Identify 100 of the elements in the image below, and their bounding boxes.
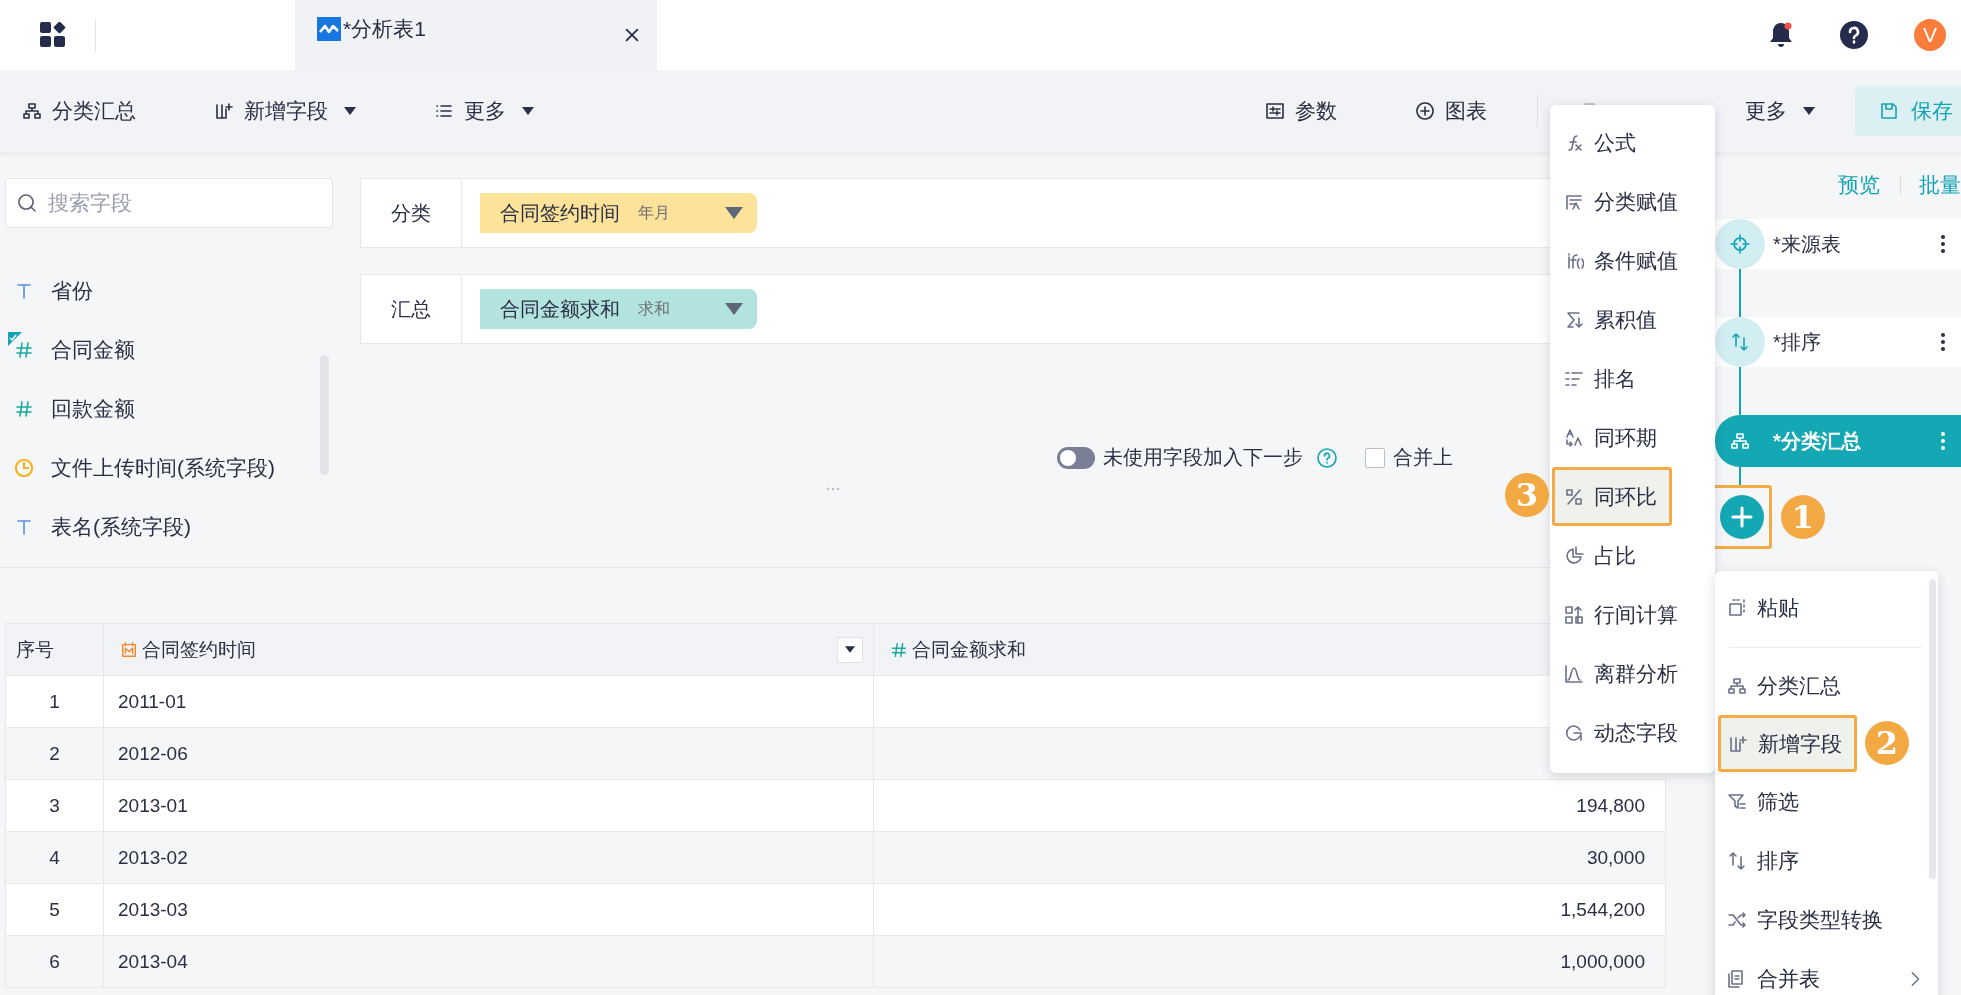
chip-aggregation: 年月 [638,202,670,223]
pie-chart-icon [1564,545,1584,566]
field-chip[interactable]: 合同签约时间 年月 [480,193,757,233]
bell-icon[interactable] [1768,21,1794,49]
scrollbar[interactable] [1929,579,1936,879]
toggle-switch[interactable] [1057,446,1095,469]
menu-item[interactable]: 同环期 [1550,408,1715,467]
resize-handle-icon [826,487,840,491]
flow-step[interactable]: *来源表 [1715,219,1961,269]
connector-line [1739,269,1741,317]
chip-label: 合同签约时间 [500,200,620,226]
add-column-icon [214,101,234,121]
caret-icon [725,207,743,219]
curve-icon [1564,663,1584,684]
toolbar-button[interactable]: 新增字段 [214,97,356,125]
ratio-icon [1564,486,1584,507]
help-icon [1317,447,1337,468]
menu-item[interactable]: 离群分析 [1550,644,1715,703]
filter-icon [1727,791,1747,812]
chip-aggregation: 求和 [638,298,670,319]
toolbar-button[interactable]: 图表 [1415,97,1487,125]
caret-icon [725,303,743,315]
document-tab[interactable]: *分析表1 [295,0,657,70]
checkbox-label: 合并上 [1393,445,1453,470]
menu-item[interactable]: 筛选 [1715,772,1938,831]
tab-title: *分析表1 [343,16,426,42]
menu-item[interactable]: 排序 [1715,831,1938,890]
table-cell: 1,000,000 [1560,950,1645,973]
sort-icon [1727,850,1747,871]
table-cell: 2011-01 [118,690,187,713]
flow-step[interactable]: *排序 [1715,317,1961,367]
paste-icon [1727,597,1747,618]
sort-icon [1730,332,1750,352]
step-label: *排序 [1773,329,1821,355]
refresh-icon [1564,722,1584,743]
step-label: *分类汇总 [1773,428,1861,454]
field-item[interactable]: 文件上传时间(系统字段) [5,438,335,497]
table-cell: 3 [49,794,60,817]
field-item[interactable]: 合同金额 [5,320,335,379]
table-cell: 5 [49,898,60,921]
hash-icon [14,339,34,360]
menu-item[interactable]: 分类赋值 [1550,172,1715,231]
help-icon[interactable] [1840,21,1868,49]
table-cell: 6 [49,950,60,973]
hierarchy-icon [22,101,42,121]
add-column-icon [1728,733,1748,754]
field-item[interactable]: 表名(系统字段) [5,497,335,556]
checkbox[interactable] [1365,447,1385,468]
table-cell: 1,544,200 [1560,898,1645,921]
menu-item[interactable]: 排名 [1550,349,1715,408]
save-icon [1879,101,1899,121]
table-cell: 2013-01 [118,794,188,817]
toolbar-button[interactable]: 参数 [1265,97,1337,125]
dropdown-button[interactable] [837,636,863,663]
menu-item[interactable]: 累积值 [1550,290,1715,349]
field-chip[interactable]: 合同金额求和 求和 [480,289,757,329]
search-icon [17,193,37,213]
hierarchy-icon [1730,431,1750,451]
table-cell: 4 [49,846,60,869]
clock-icon [14,457,34,478]
table-cell: 2013-02 [118,846,188,869]
table-cell: 1 [49,690,60,713]
shuffle-icon [1727,909,1747,930]
hash-icon [14,398,34,419]
header-label: 序号 [16,637,54,662]
row-calc-icon [1564,604,1584,625]
menu-item[interactable]: 占比 [1550,526,1715,585]
toolbar-button[interactable]: 更多 [434,97,534,125]
step-label: *来源表 [1773,231,1841,257]
menu-item[interactable]: 字段类型转换 [1715,890,1938,949]
table-cell: 194,800 [1576,794,1645,817]
add-button[interactable] [1720,495,1764,539]
header-label: 合同金额求和 [912,637,1026,662]
chip-label: 合同金额求和 [500,296,620,322]
hash-icon [890,640,908,659]
table-cell: 2012-06 [118,742,188,765]
menu-item[interactable]: 动态字段 [1550,703,1715,762]
step-badge: 1 [1781,495,1825,539]
compare-icon [1564,427,1584,448]
toolbar-button[interactable]: 更多 [1745,97,1815,125]
toolbar-button[interactable]: 分类汇总 [22,97,136,125]
menu-item[interactable]: 公式 [1550,113,1715,172]
step-badge: 2 [1865,721,1909,765]
field-item[interactable]: 省份 [5,261,335,320]
search-field[interactable]: 搜索字段 [5,178,333,228]
hierarchy-icon [1727,675,1747,696]
menu-item[interactable]: 粘贴 [1715,578,1938,637]
menu-item[interactable]: 条件赋值 [1550,231,1715,290]
menu-item[interactable]: 行间计算 [1550,585,1715,644]
menu-item[interactable]: 合并表 [1715,949,1938,995]
apps-icon [40,22,66,48]
menu-item[interactable]: 分类汇总 [1715,656,1938,715]
more-icon [1941,333,1945,351]
table-cell: 2 [49,742,60,765]
shelf-label: 分类 [361,179,462,247]
sum-icon [1564,309,1584,330]
table-cell: 2013-03 [118,898,188,921]
field-item[interactable]: 回款金额 [5,379,335,438]
more-icon [1941,432,1945,450]
close-icon[interactable] [623,26,641,44]
